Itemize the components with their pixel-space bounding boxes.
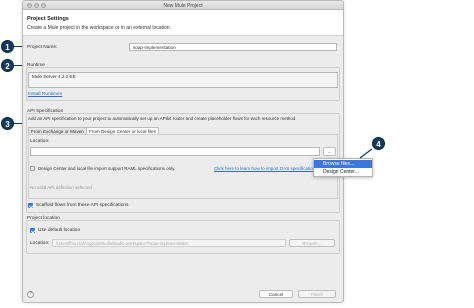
scaffold-flows-checkbox[interactable]	[28, 203, 33, 208]
title-bar: New Mule Project	[23, 1, 343, 10]
callout-1-badge: 1	[1, 40, 14, 53]
callout-2-badge: 2	[1, 59, 14, 72]
api-location-label: Location:	[30, 139, 50, 144]
menu-item-browse-files[interactable]: Browse files...	[314, 160, 372, 168]
install-runtimes-link[interactable]: Install Runtimes	[28, 92, 62, 97]
api-location-input[interactable]	[30, 147, 320, 156]
project-name-label: Project Name:	[27, 45, 58, 50]
dialog-header: Project Settings Create a Mule project i…	[23, 10, 343, 36]
api-location-browse-button[interactable]: ...	[323, 147, 336, 156]
scaffold-flows-label: Scaffold flows from these API specificat…	[36, 203, 129, 208]
oas-import-help-link[interactable]: Click here to learn how to import OAS sp…	[214, 166, 318, 171]
project-location-input[interactable]: /Users/fmuzza/AnypointStudio/studio-work…	[52, 239, 286, 247]
api-status-text: No valid API definition selected	[30, 185, 92, 190]
design-center-note-checkbox	[30, 166, 35, 171]
browse-options-menu: Browse files... Design Center...	[313, 158, 373, 177]
callout-3-badge: 3	[1, 117, 14, 130]
runtime-selection[interactable]: Mule Server 4.2.2 EE	[28, 72, 338, 88]
use-default-location-checkbox[interactable]	[30, 228, 35, 233]
api-spec-description: Add an API specification to your project…	[28, 116, 296, 121]
cancel-button[interactable]: Cancel	[259, 290, 293, 298]
help-icon[interactable]: ?	[27, 291, 34, 298]
project-name-input[interactable]: soap-implementation	[129, 43, 337, 51]
page-title: Project Settings	[27, 16, 69, 22]
menu-item-design-center[interactable]: Design Center...	[314, 168, 372, 176]
project-location-label: Location:	[30, 241, 50, 246]
design-center-note-text: Design Center and local file import supp…	[38, 166, 176, 171]
new-mule-project-dialog: New Mule Project Project Settings Create…	[22, 0, 344, 303]
project-location-group	[26, 220, 340, 254]
window-title: New Mule Project	[163, 3, 203, 9]
callout-4-badge: 4	[372, 137, 385, 150]
finish-button[interactable]: Finish	[298, 290, 336, 298]
project-location-browse-button[interactable]: Browse...	[289, 239, 335, 247]
page-description: Create a Mule project in the workspace o…	[27, 25, 171, 31]
use-default-location-label: Use default location	[38, 228, 81, 233]
